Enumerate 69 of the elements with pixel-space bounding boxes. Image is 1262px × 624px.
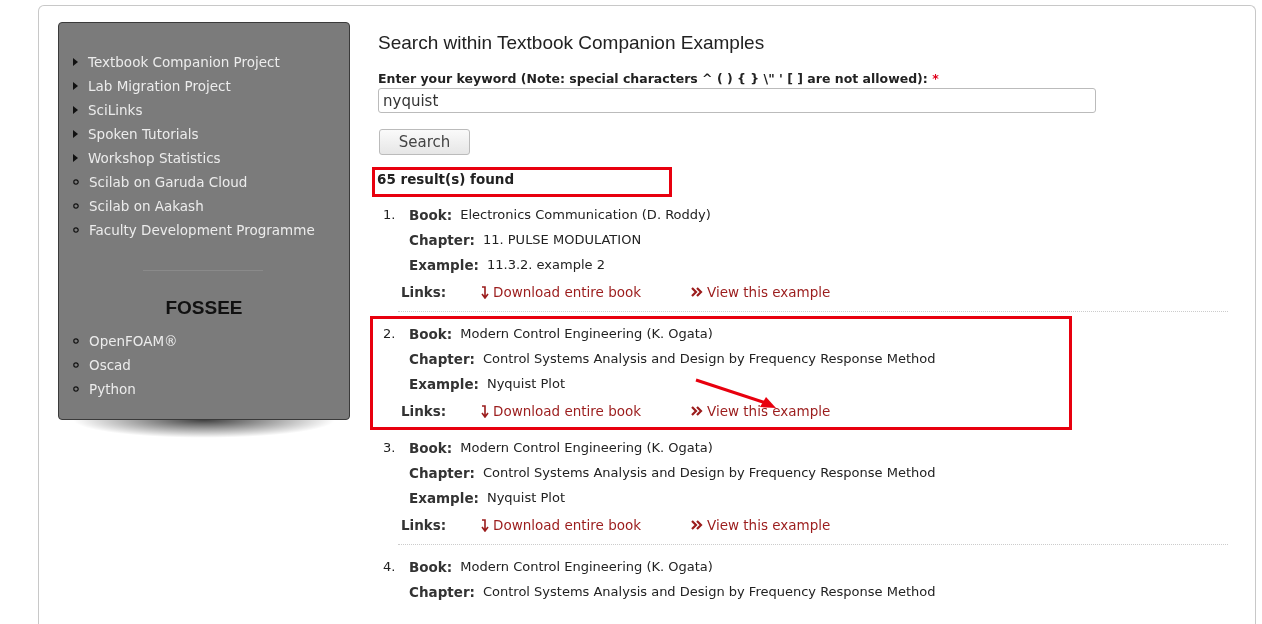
- field-value: Control Systems Analysis and Design by Frequency Response Method: [482, 465, 936, 480]
- view-link[interactable]: View this example: [691, 284, 831, 300]
- section-title: FOSSEE: [164, 297, 244, 319]
- field-value: Nyquist Plot: [486, 490, 565, 505]
- sidebar-link[interactable]: Oscad: [89, 357, 131, 373]
- result-number: 2.: [383, 326, 397, 341]
- circle-bullet-icon: [73, 179, 79, 185]
- sidebar-link[interactable]: OpenFOAM®: [89, 333, 178, 349]
- field-label: Links:: [401, 517, 448, 533]
- field-value: Electronics Communication (D. Roddy): [460, 207, 711, 222]
- field-label: Book:: [409, 325, 453, 342]
- sidebar-link[interactable]: Scilab on Garuda Cloud: [89, 174, 248, 190]
- circle-bullet-icon: [73, 386, 79, 392]
- triangle-bullet-icon: [73, 82, 78, 90]
- field-label: Book:: [409, 558, 453, 575]
- download-link[interactable]: Download entire book: [481, 403, 691, 419]
- field-value: 11. PULSE MODULATION: [482, 232, 642, 247]
- double-chevron-icon: [691, 287, 703, 297]
- triangle-bullet-icon: [73, 154, 78, 162]
- field-value: Nyquist Plot: [486, 376, 565, 391]
- view-link[interactable]: View this example: [691, 517, 831, 533]
- sidebar-link[interactable]: Scilab on Aakash: [89, 198, 204, 214]
- field-label: Chapter:: [409, 583, 475, 600]
- field-value: Modern Control Engineering (K. Ogata): [460, 326, 713, 341]
- download-link[interactable]: Download entire book: [481, 284, 691, 300]
- field-label: Book:: [409, 439, 453, 456]
- sidebar-link[interactable]: Spoken Tutorials: [88, 126, 199, 142]
- sidebar-link[interactable]: Lab Migration Project: [88, 78, 231, 94]
- sidebar-link[interactable]: SciLinks: [88, 102, 143, 118]
- result-number: 4.: [383, 559, 397, 574]
- search-button[interactable]: Search: [379, 129, 470, 155]
- field-label: Links:: [401, 284, 448, 300]
- view-link[interactable]: View this example: [691, 403, 831, 419]
- results-count: 65 result(s) found: [372, 167, 672, 197]
- down-arrow-icon: [481, 518, 489, 532]
- field-value: Modern Control Engineering (K. Ogata): [460, 559, 713, 574]
- page-title: Search within Textbook Companion Examples: [378, 32, 766, 54]
- result-number: 3.: [383, 440, 397, 455]
- circle-bullet-icon: [73, 362, 79, 368]
- sidebar-link[interactable]: Faculty Development Programme: [89, 222, 315, 238]
- circle-bullet-icon: [73, 338, 79, 344]
- field-label: Example:: [409, 489, 479, 506]
- field-label: Chapter:: [409, 231, 475, 248]
- keyword-input-field[interactable]: nyquist: [378, 88, 1096, 113]
- triangle-bullet-icon: [73, 130, 78, 138]
- field-label: Example:: [409, 256, 479, 273]
- field-value: Control Systems Analysis and Design by Frequency Response Method: [482, 351, 936, 366]
- double-chevron-icon: [691, 406, 703, 416]
- circle-bullet-icon: [73, 203, 79, 209]
- field-label: Links:: [401, 403, 448, 419]
- field-value: 11.3.2. example 2: [486, 257, 605, 272]
- down-arrow-icon: [481, 404, 489, 418]
- field-label: Book:: [409, 206, 453, 223]
- field-label: Chapter:: [409, 464, 475, 481]
- result-number: 1.: [383, 207, 397, 222]
- down-arrow-icon: [481, 285, 489, 299]
- sidebar-link[interactable]: Python: [89, 381, 136, 397]
- triangle-bullet-icon: [73, 58, 78, 66]
- sidebar-link[interactable]: Workshop Statistics: [88, 150, 221, 166]
- triangle-bullet-icon: [73, 106, 78, 114]
- field-label: Chapter:: [409, 350, 475, 367]
- sidebar-link[interactable]: Textbook Companion Project: [88, 54, 280, 70]
- circle-bullet-icon: [73, 227, 79, 233]
- field-value: Modern Control Engineering (K. Ogata): [460, 440, 713, 455]
- download-link[interactable]: Download entire book: [481, 517, 691, 533]
- field-label: Example:: [409, 375, 479, 392]
- field-value: Control Systems Analysis and Design by Frequency Response Method: [482, 584, 936, 599]
- field-label: Enter your keyword (Note: special characters ^ ( ) { } \" ' [ ] are not allowed): *: [378, 71, 940, 86]
- double-chevron-icon: [691, 520, 703, 530]
